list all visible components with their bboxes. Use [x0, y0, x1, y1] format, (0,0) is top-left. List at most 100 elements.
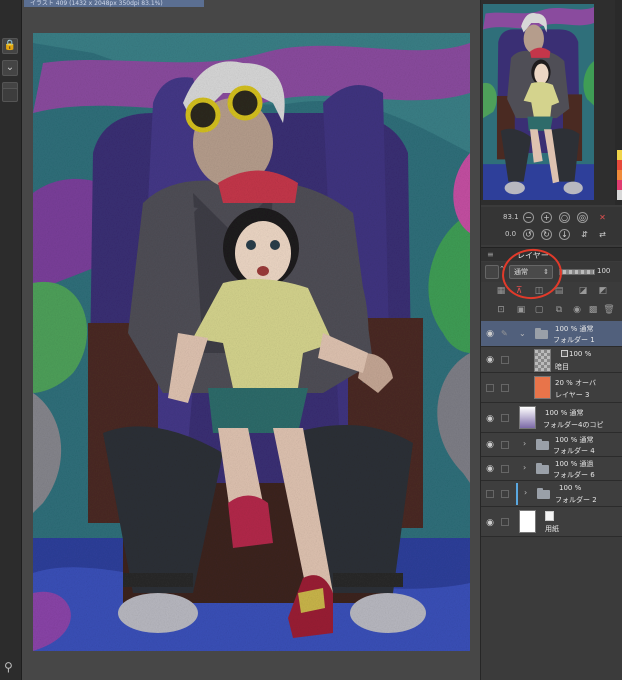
tool-property-strip: 🔒 ⌄ ⌄ ⚲	[0, 0, 22, 680]
swatch-orange[interactable]	[617, 170, 622, 180]
folder-icon	[535, 328, 548, 339]
folder-icon	[537, 488, 550, 499]
edit-slot[interactable]	[501, 518, 509, 526]
swatch-pink[interactable]	[617, 180, 622, 190]
layer-thumbnail-orange	[534, 376, 551, 399]
settings-square-icon[interactable]	[2, 88, 18, 102]
layer-mask-icon[interactable]: ◉	[571, 304, 583, 316]
flip-horizontal-icon[interactable]: ⇄	[597, 229, 608, 240]
layer-name: フォルダー4のコピ	[543, 421, 604, 429]
eye-icon[interactable]: ◉	[485, 414, 495, 424]
merge-down-icon[interactable]: ⧉	[553, 304, 565, 316]
layer-row[interactable]: ◉ ✎ ⌄ 100 % 通常 フォルダー 1	[481, 321, 622, 347]
eye-icon[interactable]: ◉	[485, 329, 495, 339]
layer-opacity-blend: 100 % 通過	[555, 460, 594, 468]
edit-slot[interactable]	[501, 356, 509, 364]
layer-thumbnail	[534, 349, 551, 372]
opacity-value[interactable]: 100	[597, 267, 610, 275]
edit-slot[interactable]	[501, 441, 509, 449]
layer-row[interactable]: › 100 % フォルダー 2	[481, 481, 622, 507]
layer-row[interactable]: ◉ 100 % 通常 フォルダー4のコピ	[481, 403, 622, 433]
edit-slot[interactable]	[501, 384, 509, 392]
reset-rotation-icon[interactable]: ↓	[559, 229, 570, 240]
edit-slot[interactable]	[501, 465, 509, 473]
layer-name: フォルダー 6	[553, 471, 595, 479]
navigator-panel	[481, 0, 622, 205]
swatch-gray[interactable]	[617, 190, 622, 200]
layer-opacity-blend: 100 %	[569, 350, 592, 358]
paper-thumbnail	[519, 510, 536, 533]
folder-icon	[536, 463, 549, 474]
right-panel: 83.1 − + ○ ◎ ✕ 0.0 ↺ ↻ ↓ ⇵ ⇄ ≡ レイヤー ⌃ 通常…	[480, 0, 622, 680]
artwork-canvas[interactable]	[33, 33, 470, 651]
new-folder-icon[interactable]: ▢	[533, 304, 545, 316]
layer-name: フォルダー 1	[553, 336, 595, 344]
layer-row[interactable]: ◉ 用紙	[481, 507, 622, 537]
eye-icon[interactable]: ◉	[485, 355, 495, 365]
eye-icon[interactable]: ◉	[485, 464, 495, 474]
new-vector-layer-icon[interactable]: ▣	[515, 304, 527, 316]
chevron-down-icon[interactable]: ⌄	[519, 329, 526, 338]
lock-icon[interactable]: 🔒	[2, 38, 18, 54]
clipping-toggle[interactable]	[485, 265, 499, 279]
palette-color-icon[interactable]: ◩	[597, 285, 609, 297]
mask-link-icon	[561, 350, 568, 357]
clipping-indicator	[516, 483, 518, 505]
navigator-thumbnail[interactable]	[483, 4, 594, 200]
close-view-icon[interactable]: ✕	[597, 212, 608, 223]
chevron-right-icon[interactable]: ›	[523, 439, 526, 448]
app-window: 🔒 ⌄ ⌄ ⚲	[0, 0, 622, 680]
lock-layer-icon[interactable]: ◪	[577, 285, 589, 297]
artwork-image	[33, 33, 470, 651]
layer-opacity-blend: 20 % オーバ	[555, 379, 596, 387]
layer-row[interactable]: ◉ 100 % 暗目	[481, 347, 622, 373]
apply-mask-icon[interactable]: ▩	[587, 304, 599, 316]
layer-name: フォルダー 2	[555, 496, 597, 504]
magnifier-wrench-icon[interactable]: ⚲	[4, 660, 18, 674]
navigator-controls: 83.1 − + ○ ◎ ✕ 0.0 ↺ ↻ ↓ ⇵ ⇄	[481, 207, 622, 245]
color-swatch-strip	[615, 0, 622, 205]
dropdown-chevron-1[interactable]: ⌄	[2, 60, 18, 76]
layer-name: フォルダー 4	[553, 447, 595, 455]
fit-icon[interactable]: ◎	[577, 212, 588, 223]
swatch-red[interactable]	[617, 160, 622, 170]
flip-vertical-icon[interactable]: ⇵	[579, 229, 590, 240]
document-tab[interactable]: イラスト 409 (1432 x 2048px 350dpi 83.1%)	[24, 0, 204, 7]
edit-slot[interactable]	[501, 490, 509, 498]
opacity-slider[interactable]	[559, 269, 595, 275]
folder-icon	[536, 439, 549, 450]
swatch-yellow[interactable]	[617, 150, 622, 160]
zoom-out-icon[interactable]: −	[523, 212, 534, 223]
panel-menu-icon[interactable]: ≡	[487, 250, 494, 259]
layer-name: 用紙	[545, 525, 559, 533]
eye-icon[interactable]: ◉	[485, 440, 495, 450]
eye-icon[interactable]: ◉	[485, 518, 495, 528]
edit-slot[interactable]	[501, 414, 509, 422]
layer-opacity-blend: 100 %	[559, 484, 582, 492]
layer-list: ◉ ✎ ⌄ 100 % 通常 フォルダー 1 ◉ 100 % 暗目 20 % オ…	[481, 321, 622, 680]
delete-layer-icon[interactable]: 🗑	[603, 304, 615, 316]
layer-row[interactable]: ◉ › 100 % 通過 フォルダー 6	[481, 457, 622, 481]
layer-row[interactable]: 20 % オーバ レイヤー 3	[481, 373, 622, 403]
layer-name: 暗目	[555, 363, 569, 371]
new-raster-layer-icon[interactable]: ⊡	[495, 304, 507, 316]
visibility-box[interactable]	[486, 490, 494, 498]
layer-opacity-blend: 100 % 通常	[555, 325, 594, 333]
chevron-right-icon[interactable]: ›	[524, 488, 527, 497]
zoom-in-icon[interactable]: +	[541, 212, 552, 223]
pen-edit-icon[interactable]: ✎	[501, 329, 511, 339]
layer-name: レイヤー 3	[555, 391, 590, 399]
layer-opacity-blend: 100 % 通常	[545, 409, 584, 417]
rotate-left-icon[interactable]: ↺	[523, 229, 534, 240]
layer-action-row: ⊡ ▣ ▢ ⧉ ◉ ▩ 🗑	[481, 302, 622, 318]
zoom-value[interactable]: 83.1	[503, 213, 519, 221]
canvas-area[interactable]	[22, 0, 480, 680]
layer-opacity-blend: 100 % 通常	[555, 436, 594, 444]
layer-row[interactable]: ◉ › 100 % 通常 フォルダー 4	[481, 433, 622, 457]
rotate-right-icon[interactable]: ↻	[541, 229, 552, 240]
chevron-right-icon[interactable]: ›	[523, 463, 526, 472]
visibility-box[interactable]	[486, 384, 494, 392]
layer-thumbnail-image	[519, 406, 536, 429]
rotation-value[interactable]: 0.0	[505, 230, 516, 238]
actual-size-icon[interactable]: ○	[559, 212, 570, 223]
